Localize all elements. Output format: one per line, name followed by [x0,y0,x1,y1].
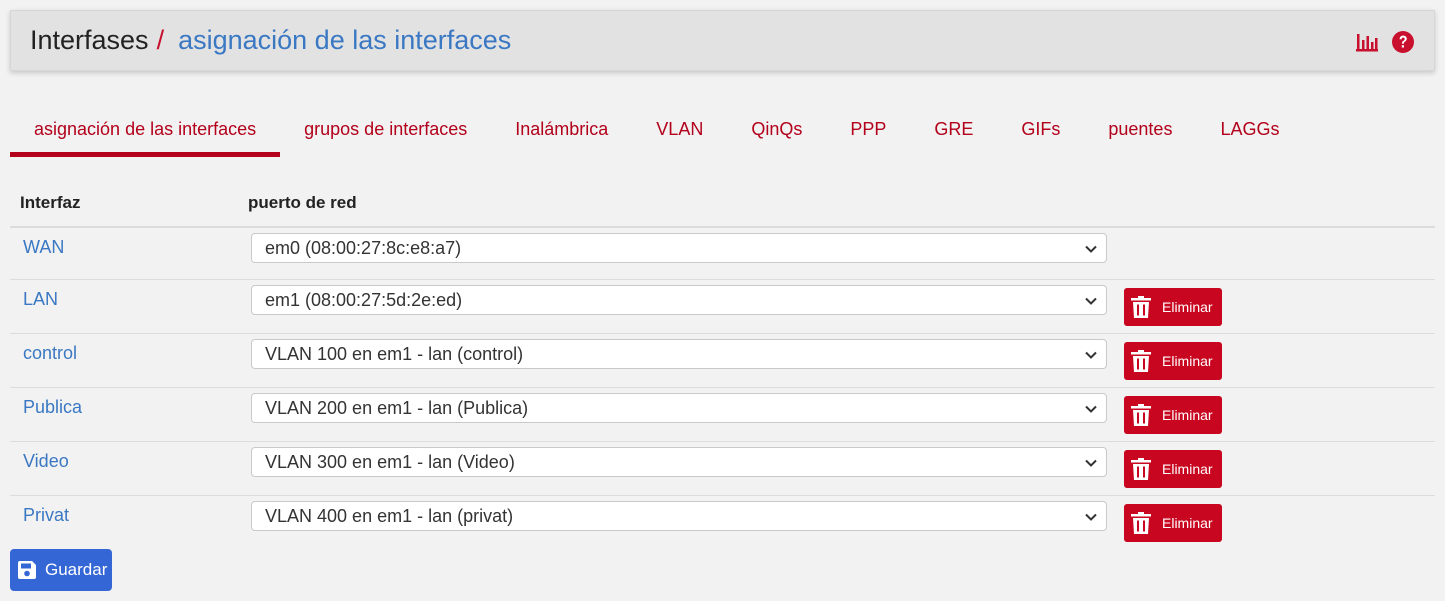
delete-button-label: Eliminar [1162,299,1213,315]
tab-gre[interactable]: GRE [910,100,997,157]
interface-assignment-table: Interfaz puerto de red WAN em0 (08:00:27… [10,180,1435,550]
bar-chart-icon[interactable] [1355,30,1379,54]
floppy-disk-icon [18,561,36,579]
save-button[interactable]: Guardar [10,549,112,591]
column-header-interface: Interfaz [20,193,81,212]
network-port-select[interactable]: VLAN 300 en em1 - lan (Video) [251,447,1107,477]
network-port-select[interactable]: VLAN 400 en em1 - lan (privat) [251,501,1107,531]
breadcrumb-current[interactable]: asignación de las interfaces [178,25,511,56]
breadcrumb-separator: / [156,25,165,55]
network-port-value: VLAN 300 en em1 - lan (Video) [265,451,515,472]
delete-button[interactable]: Eliminar [1124,288,1222,326]
table-row: WAN em0 (08:00:27:8c:e8:a7) [10,228,1435,280]
interface-link[interactable]: Privat [23,505,69,526]
chevron-down-icon [1085,459,1097,467]
header-icons [1355,30,1415,54]
table-row: Publica VLAN 200 en em1 - lan (Publica) … [10,388,1435,442]
trash-icon [1131,350,1151,372]
trash-icon [1131,458,1151,480]
save-button-label: Guardar [45,560,108,579]
delete-button[interactable]: Eliminar [1124,504,1222,542]
chevron-down-icon [1085,245,1097,253]
table-header: Interfaz puerto de red [10,180,1435,228]
network-port-value: VLAN 100 en em1 - lan (control) [265,343,524,364]
interface-link[interactable]: Publica [23,397,82,418]
delete-button-label: Eliminar [1162,515,1213,531]
network-port-value: em0 (08:00:27:8c:e8:a7) [265,237,462,258]
network-port-select[interactable]: em1 (08:00:27:5d:2e:ed) [251,285,1107,315]
tab-bar: asignación de las interfaces grupos de i… [10,100,1303,157]
delete-button-label: Eliminar [1162,407,1213,423]
tab-wireless[interactable]: Inalámbrica [491,100,632,157]
interface-link[interactable]: control [23,343,77,364]
network-port-select[interactable]: em0 (08:00:27:8c:e8:a7) [251,233,1107,263]
network-port-value: VLAN 400 en em1 - lan (privat) [265,505,514,526]
delete-button-label: Eliminar [1162,461,1213,477]
tab-vlan[interactable]: VLAN [632,100,727,157]
chevron-down-icon [1085,405,1097,413]
trash-icon [1131,404,1151,426]
tab-interface-assignments[interactable]: asignación de las interfaces [10,100,281,157]
chevron-down-icon [1085,351,1097,359]
network-port-value: em1 (08:00:27:5d:2e:ed) [265,289,463,310]
table-row: control VLAN 100 en em1 - lan (control) … [10,334,1435,388]
tab-laggs[interactable]: LAGGs [1196,100,1303,157]
page-header: Interfases / asignación de las interface… [10,10,1435,71]
help-circle-icon[interactable] [1391,30,1415,54]
table-row: Privat VLAN 400 en em1 - lan (privat) El… [10,496,1435,550]
interface-link[interactable]: LAN [23,289,58,310]
trash-icon [1131,512,1151,534]
delete-button[interactable]: Eliminar [1124,396,1222,434]
chevron-down-icon [1085,297,1097,305]
interface-link[interactable]: WAN [23,237,64,258]
column-header-port: puerto de red [248,193,357,212]
chevron-down-icon [1085,513,1097,521]
interface-link[interactable]: Video [23,451,69,472]
tab-qinqs[interactable]: QinQs [727,100,826,157]
delete-button[interactable]: Eliminar [1124,342,1222,380]
network-port-value: VLAN 200 en em1 - lan (Publica) [265,397,529,418]
tab-interface-groups[interactable]: grupos de interfaces [280,100,491,157]
network-port-select[interactable]: VLAN 200 en em1 - lan (Publica) [251,393,1107,423]
table-row: LAN em1 (08:00:27:5d:2e:ed) Eliminar [10,280,1435,334]
network-port-select[interactable]: VLAN 100 en em1 - lan (control) [251,339,1107,369]
table-row: Video VLAN 300 en em1 - lan (Video) Elim… [10,442,1435,496]
delete-button-label: Eliminar [1162,353,1213,369]
tab-gifs[interactable]: GIFs [997,100,1084,157]
tab-ppp[interactable]: PPP [826,100,910,157]
breadcrumb-root[interactable]: Interfases [30,25,149,56]
tab-bridges[interactable]: puentes [1084,100,1196,157]
trash-icon [1131,296,1151,318]
delete-button[interactable]: Eliminar [1124,450,1222,488]
